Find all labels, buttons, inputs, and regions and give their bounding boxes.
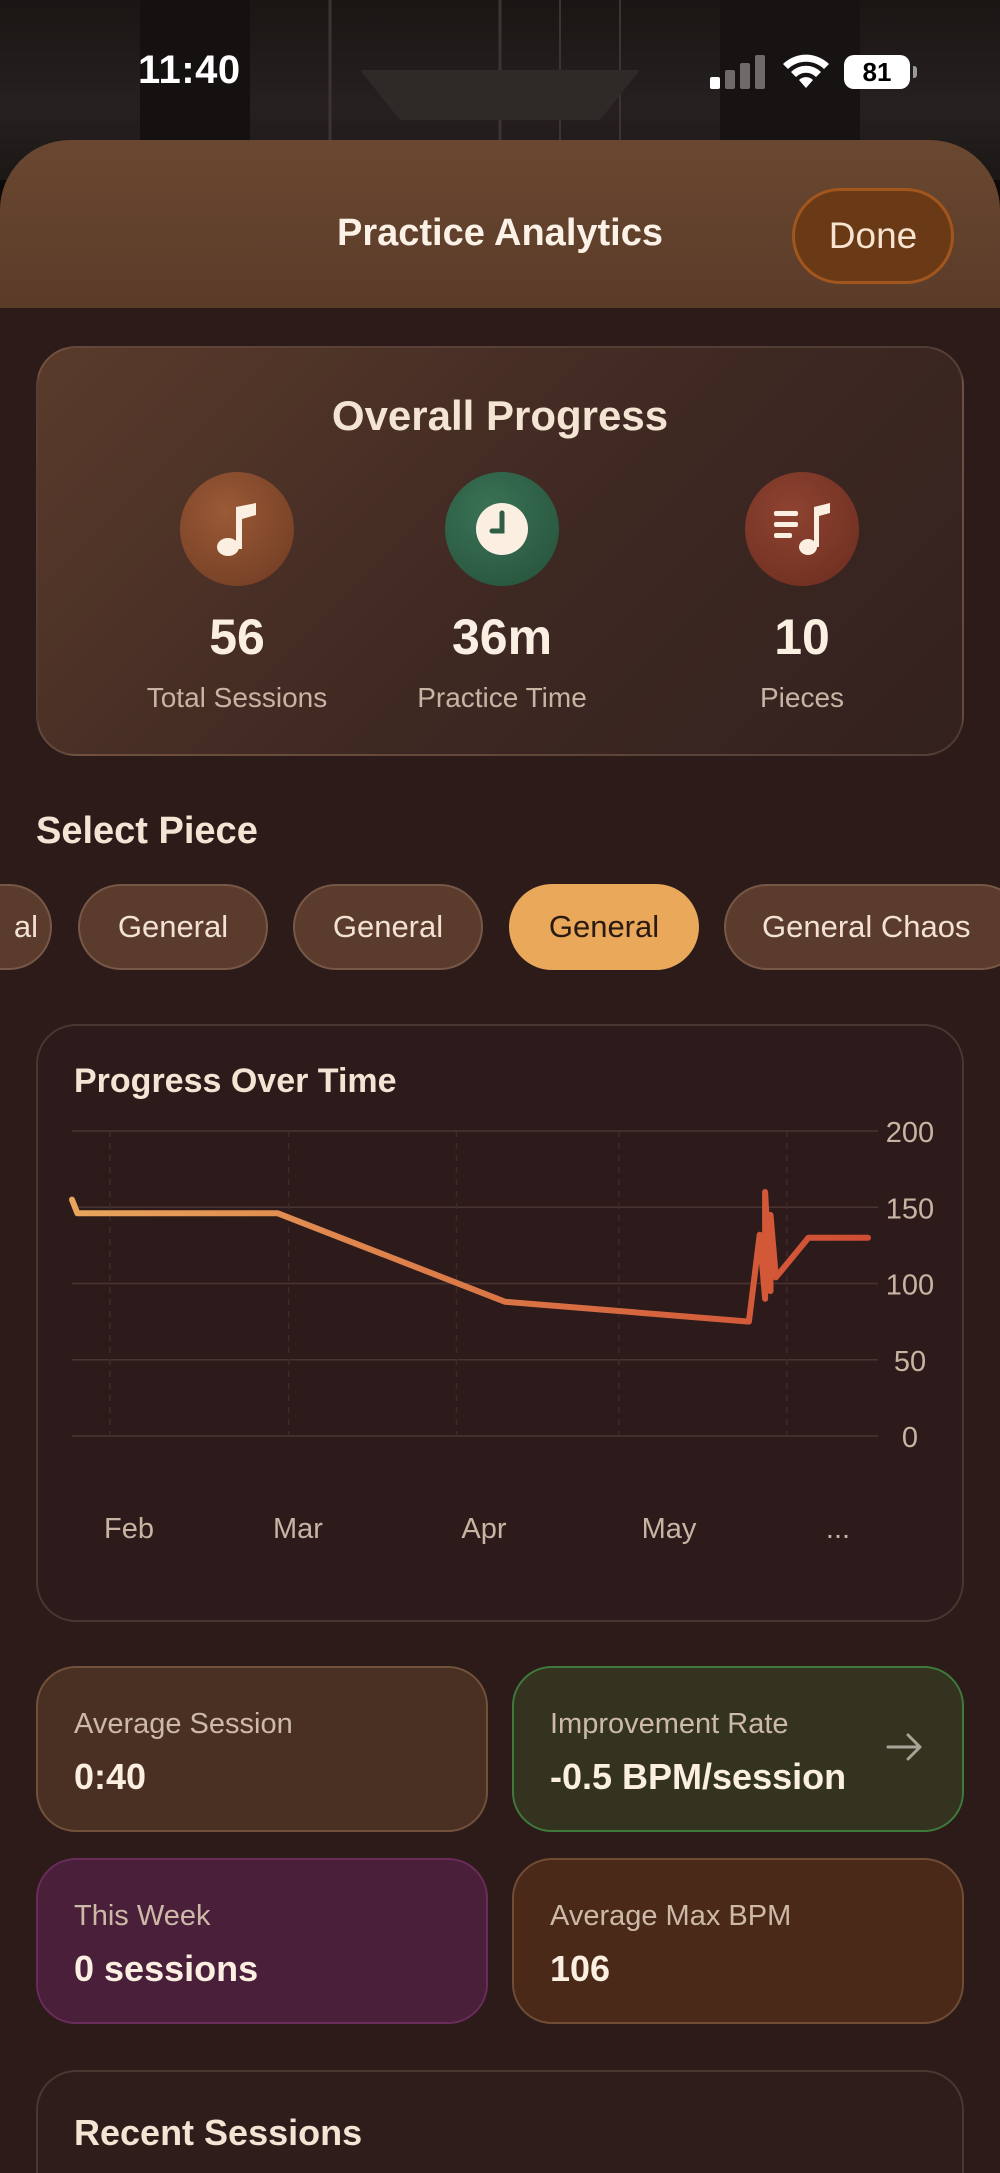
stat-practice-time: 36m Practice Time bbox=[352, 472, 652, 714]
x-tick-label: ... bbox=[826, 1513, 850, 1545]
overall-progress-title: Overall Progress bbox=[331, 392, 669, 439]
y-tick-label: 150 bbox=[886, 1193, 934, 1225]
piece-selector: al General General General General Chaos bbox=[0, 884, 1000, 970]
clock-icon bbox=[445, 472, 559, 586]
progress-chart-card: Progress Over Time 200 150 100 50 0 Feb Mar Apr… bbox=[36, 1024, 964, 1622]
recent-sessions-card: Recent Sessions bbox=[36, 2070, 964, 2173]
average-max-bpm-card: Average Max BPM 106 bbox=[512, 1858, 964, 2024]
metric-label: Improvement Rate bbox=[550, 1708, 789, 1740]
stat-label: Pieces bbox=[759, 682, 845, 713]
piece-chip[interactable]: General bbox=[293, 884, 483, 970]
metric-value: 106 bbox=[550, 1948, 611, 1989]
cellular-signal-icon bbox=[710, 55, 765, 89]
y-tick-label: 50 bbox=[894, 1346, 926, 1378]
piece-chip[interactable]: al bbox=[0, 884, 52, 970]
this-week-card: This Week 0 sessions bbox=[36, 1858, 488, 2024]
series-line bbox=[69, 1189, 871, 1325]
metric-value: 0:40 bbox=[74, 1756, 147, 1797]
stat-value: 36m bbox=[451, 609, 553, 665]
analytics-sheet: Practice Analytics Done Overall Progress… bbox=[0, 140, 1000, 2173]
x-tick-label: Feb bbox=[104, 1513, 154, 1545]
status-time: 11:40 bbox=[138, 48, 241, 92]
x-tick-label: Apr bbox=[461, 1513, 506, 1545]
metric-value: 0 sessions bbox=[74, 1948, 259, 1989]
metric-label: This Week bbox=[74, 1900, 211, 1932]
music-note-icon bbox=[180, 472, 294, 586]
stat-total-sessions: 56 Total Sessions bbox=[87, 472, 387, 714]
battery-indicator: 81 bbox=[844, 55, 917, 89]
metric-value: -0.5 BPM/session bbox=[550, 1756, 847, 1797]
piece-chip[interactable]: General Chaos bbox=[724, 884, 1000, 970]
y-tick-label: 0 bbox=[902, 1422, 918, 1454]
metric-label: Average Max BPM bbox=[550, 1900, 792, 1932]
music-list-icon bbox=[745, 472, 859, 586]
done-button[interactable]: Done bbox=[792, 188, 954, 284]
stat-value: 56 bbox=[209, 609, 265, 665]
sheet-header: Practice Analytics Done bbox=[0, 140, 1000, 308]
overall-progress-card: Overall Progress 56 Total Sessions 36m P bbox=[36, 346, 964, 756]
piece-chip-selected[interactable]: General bbox=[509, 884, 699, 970]
improvement-rate-card: Improvement Rate -0.5 BPM/session bbox=[512, 1666, 964, 1832]
stat-label: Total Sessions bbox=[146, 682, 328, 713]
progress-chart: 200 150 100 50 0 Feb Mar Apr May... bbox=[69, 1117, 934, 1545]
wifi-icon bbox=[783, 54, 829, 88]
arrow-right-icon bbox=[886, 1733, 922, 1761]
metric-label: Average Session bbox=[74, 1708, 293, 1740]
stat-label: Practice Time bbox=[417, 682, 587, 713]
select-piece-title: Select Piece bbox=[36, 810, 258, 852]
status-bar: 11:40 81 bbox=[0, 0, 1000, 140]
y-tick-label: 100 bbox=[886, 1270, 934, 1302]
y-tick-label: 200 bbox=[886, 1117, 934, 1149]
battery-level: 81 bbox=[862, 56, 892, 87]
x-tick-label: Mar bbox=[273, 1513, 323, 1545]
piece-chip[interactable]: General bbox=[78, 884, 268, 970]
recent-sessions-title: Recent Sessions bbox=[74, 2112, 363, 2153]
average-session-card: Average Session 0:40 bbox=[36, 1666, 488, 1832]
stat-value: 10 bbox=[774, 609, 830, 665]
stat-pieces: 10 Pieces bbox=[652, 472, 952, 714]
x-tick-label: May bbox=[642, 1513, 697, 1545]
